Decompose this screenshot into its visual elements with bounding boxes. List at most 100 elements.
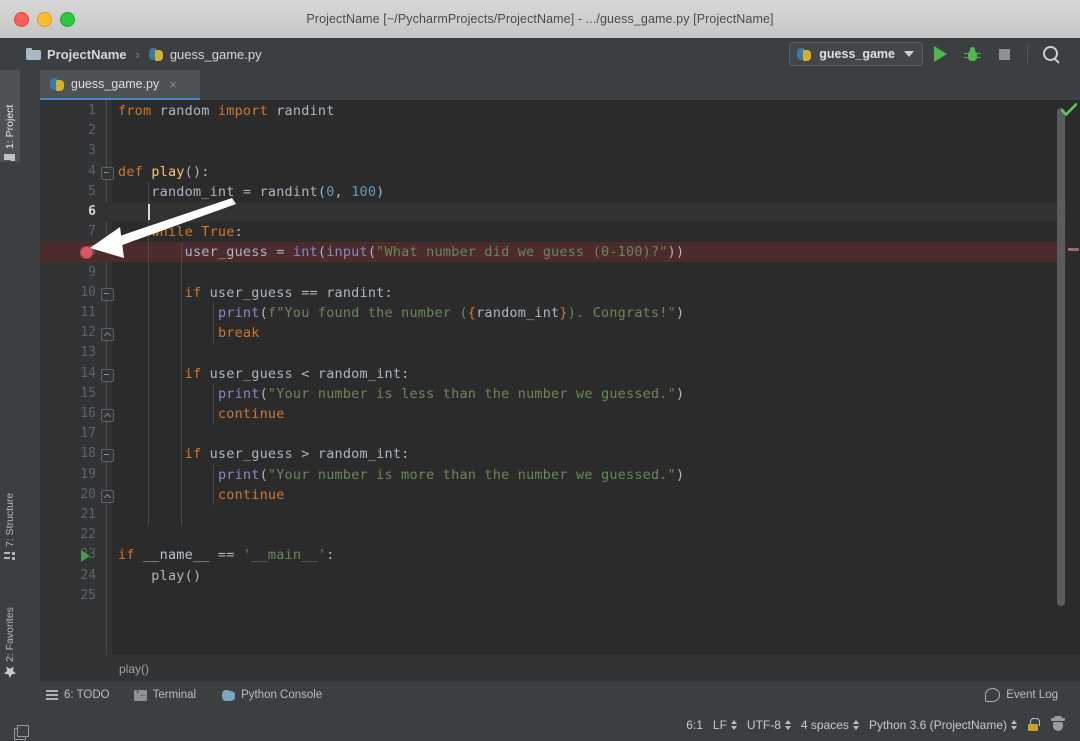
- sidebar-item-label: 2: Favorites: [4, 607, 16, 662]
- code-line[interactable]: def play():: [118, 162, 210, 182]
- todo-icon: [46, 690, 58, 700]
- minimize-window-button[interactable]: [37, 12, 52, 27]
- updown-icon: [730, 719, 737, 730]
- editor-tab-bar: guess_game.py ×: [40, 70, 1080, 100]
- code-line[interactable]: from random import randint: [118, 101, 335, 121]
- code-line[interactable]: continue: [118, 485, 285, 505]
- fold-collapse-icon[interactable]: [101, 449, 114, 463]
- breadcrumb-file[interactable]: guess_game.py: [170, 47, 262, 62]
- terminal-icon: [133, 687, 147, 701]
- pycharm-window: ProjectName [~/PycharmProjects/ProjectNa…: [0, 0, 1080, 741]
- fold-end-icon[interactable]: [101, 489, 114, 503]
- indent-guide: [213, 383, 215, 425]
- editor-breadcrumb-bar: play(): [40, 655, 1080, 682]
- fold-collapse-icon[interactable]: [101, 166, 114, 180]
- text-caret: [148, 204, 151, 220]
- code-line[interactable]: while True:: [118, 222, 243, 242]
- python-config-icon: [797, 47, 812, 62]
- lock-icon[interactable]: [1027, 717, 1040, 732]
- indent-selector[interactable]: 4 spaces: [801, 718, 859, 732]
- close-window-button[interactable]: [14, 12, 29, 27]
- folder-icon: [26, 48, 41, 60]
- code-editor[interactable]: 1 from random import randint 2 3 4 def play()…: [40, 100, 1080, 655]
- caret-position[interactable]: 6:1: [686, 718, 703, 732]
- line-number: 2: [88, 123, 96, 139]
- status-right: 6:1 LF UTF-8 4 spaces Python 3.6 (Projec…: [686, 715, 1080, 733]
- interpreter-selector[interactable]: Python 3.6 (ProjectName): [869, 718, 1017, 732]
- debug-button[interactable]: [957, 41, 987, 67]
- bottom-tool-window-strip: 6: TODO Terminal Python Console Event Lo…: [0, 682, 1080, 708]
- code-line[interactable]: print("Your number is more than the numb…: [118, 465, 684, 485]
- bottom-item-todo[interactable]: 6: TODO: [46, 682, 110, 708]
- inspection-ok-icon[interactable]: [1061, 103, 1077, 117]
- code-line[interactable]: random_int = randint(0, 100): [118, 182, 385, 202]
- bottom-item-label: Terminal: [152, 689, 197, 701]
- line-number: 9: [88, 264, 96, 280]
- breadcrumb-project[interactable]: ProjectName: [47, 47, 126, 62]
- run-button[interactable]: [925, 41, 955, 67]
- sidebar-item-favorites[interactable]: 2: Favorites: [0, 568, 20, 678]
- bottom-item-label: 6: TODO: [64, 689, 110, 701]
- chevron-right-icon: ›: [135, 46, 140, 62]
- editor-vertical-scrollbar[interactable]: [1057, 108, 1065, 606]
- run-configuration-selector[interactable]: guess_game: [789, 42, 923, 66]
- status-bar: 6:1 LF UTF-8 4 spaces Python 3.6 (Projec…: [0, 708, 1080, 741]
- encoding-selector[interactable]: UTF-8: [747, 718, 791, 732]
- bottom-item-python-console[interactable]: Python Console: [222, 682, 322, 708]
- line-number: 6: [88, 204, 96, 219]
- close-icon[interactable]: ×: [169, 78, 177, 91]
- line-number: 24: [80, 567, 96, 583]
- window-title: ProjectName [~/PycharmProjects/ProjectNa…: [306, 12, 774, 26]
- line-number: 17: [80, 426, 96, 442]
- error-stripe-marker[interactable]: [1068, 248, 1079, 251]
- window-title-bar: ProjectName [~/PycharmProjects/ProjectNa…: [0, 0, 1080, 39]
- line-number: 22: [80, 527, 96, 543]
- indent-label: 4 spaces: [800, 717, 849, 732]
- stop-icon: [998, 48, 1010, 60]
- fold-collapse-icon[interactable]: [101, 368, 114, 382]
- search-everywhere-button[interactable]: [1036, 41, 1066, 67]
- python-file-icon: [50, 77, 65, 92]
- structure-icon: [4, 551, 16, 560]
- editor-breadcrumb[interactable]: play(): [40, 662, 149, 676]
- sidebar-item-label: 1: Project: [4, 104, 16, 149]
- code-line[interactable]: user_guess = int(input("What number did …: [118, 242, 685, 262]
- sidebar-item-structure[interactable]: 7: Structure: [0, 450, 20, 560]
- code-line[interactable]: break: [118, 323, 260, 343]
- code-line[interactable]: play(): [118, 566, 201, 586]
- hector-inspection-icon[interactable]: [1050, 715, 1066, 733]
- code-line[interactable]: if __name__ == '__main__':: [118, 545, 335, 565]
- line-number: 11: [80, 305, 96, 320]
- stop-button[interactable]: [989, 41, 1019, 67]
- line-number: 10: [80, 284, 96, 300]
- code-line[interactable]: print("Your number is less than the numb…: [118, 384, 684, 404]
- sidebar-item-project[interactable]: 1: Project: [0, 70, 20, 162]
- line-separator-selector[interactable]: LF: [713, 718, 737, 732]
- tab-label: guess_game.py: [71, 77, 160, 91]
- window-controls[interactable]: [14, 12, 75, 27]
- bottom-item-terminal[interactable]: Terminal: [133, 682, 197, 708]
- fold-end-icon[interactable]: [101, 409, 114, 422]
- line-number: 12: [80, 325, 96, 341]
- run-gutter-icon[interactable]: [81, 550, 90, 563]
- play-icon: [933, 46, 947, 62]
- code-line[interactable]: if user_guess > random_int:: [118, 444, 410, 464]
- line-number: 4: [88, 163, 96, 179]
- fold-collapse-icon[interactable]: [101, 287, 114, 301]
- code-line[interactable]: continue: [118, 404, 285, 424]
- code-line[interactable]: print(f"You found the number ({random_in…: [118, 303, 684, 323]
- caret-row-highlight: [40, 202, 1080, 222]
- code-line[interactable]: if user_guess == randint:: [118, 283, 393, 303]
- line-number: 14: [80, 365, 96, 381]
- event-log-button[interactable]: Event Log: [985, 688, 1080, 702]
- chevron-down-icon: [904, 51, 914, 57]
- speech-bubble-icon: [985, 688, 1001, 702]
- fold-end-icon[interactable]: [101, 328, 114, 342]
- line-number: 18: [80, 446, 96, 462]
- sidebar-item-label: 7: Structure: [4, 492, 16, 547]
- error-stripe[interactable]: [1066, 100, 1080, 655]
- indent-guide: [213, 303, 215, 344]
- code-line[interactable]: if user_guess < random_int:: [118, 364, 410, 384]
- maximize-window-button[interactable]: [60, 12, 75, 27]
- tab-guess-game-py[interactable]: guess_game.py ×: [40, 70, 200, 100]
